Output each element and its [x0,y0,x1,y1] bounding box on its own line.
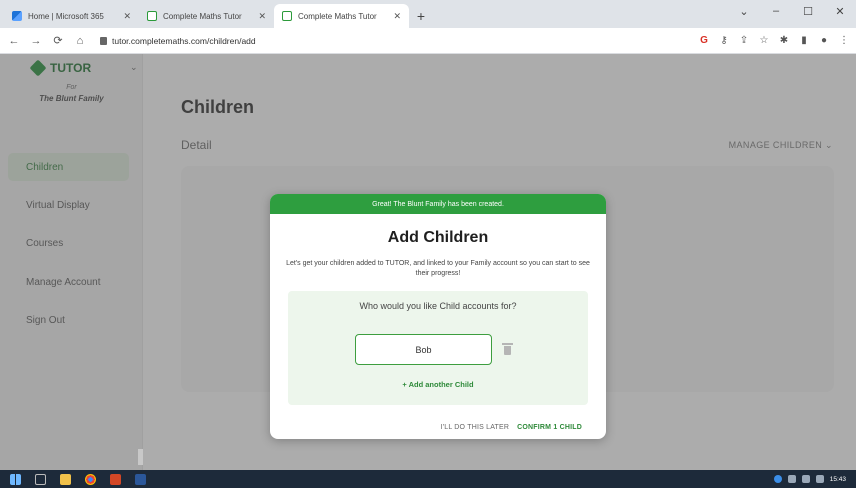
do-this-later-button[interactable]: I'LL DO THIS LATER [441,424,510,431]
back-icon[interactable]: ← [6,33,22,49]
minimize-icon[interactable]: – [760,0,792,22]
maximize-icon[interactable]: ☐ [792,0,824,22]
add-children-modal: Great! The Blunt Family has been created… [270,194,606,439]
volume-icon[interactable] [801,475,810,483]
tab-title: Complete Maths Tutor [298,11,377,21]
windows-taskbar: 15:43 [0,470,856,488]
forward-icon[interactable]: → [28,33,44,49]
system-clock[interactable]: 15:43 [830,476,846,483]
modal-actions: I'LL DO THIS LATER CONFIRM 1 CHILD [441,424,582,431]
url-field[interactable]: tutor.completemaths.com/children/add [94,32,564,50]
clock-time: 15:43 [829,475,846,483]
key-icon[interactable]: ⚷ [718,35,730,46]
profile-icon[interactable]: ● [818,35,830,46]
sidebar-scrollbar[interactable] [138,449,143,465]
complete-maths-icon [282,11,292,21]
browser-tab-microsoft-365[interactable]: Home | Microsoft 365 ✕ [4,4,139,28]
sidepanel-icon[interactable]: ▮ [798,35,810,46]
close-tab-icon[interactable]: ✕ [393,11,401,22]
close-tab-icon[interactable]: ✕ [123,11,131,22]
confirm-child-button[interactable]: CONFIRM 1 CHILD [517,424,582,431]
network-icon[interactable] [787,475,796,483]
child-accounts-panel: Who would you like Child accounts for? +… [288,291,588,405]
close-window-icon[interactable]: ✕ [824,0,856,22]
task-view-icon[interactable] [35,473,46,485]
url-text: tutor.completemaths.com/children/add [112,35,256,46]
address-bar: ← → ⟳ ⌂ tutor.completemaths.com/children… [0,28,856,54]
windows-start-icon[interactable] [10,473,21,485]
success-banner: Great! The Blunt Family has been created… [270,194,606,214]
google-icon[interactable]: G [698,35,710,46]
extensions-icon[interactable]: ✱ [778,35,790,46]
page: TUTOR ⌄ For The Blunt Family Children Vi… [0,54,856,470]
microsoft-365-icon [12,11,22,21]
lock-icon [100,36,107,45]
window-controls: ⌄ – ☐ ✕ [728,0,856,22]
menu-icon[interactable]: ⋮ [838,35,850,46]
browser-tab-bar: Home | Microsoft 365 ✕ Complete Maths Tu… [0,0,856,28]
modal-title: Add Children [387,229,489,246]
add-another-child-link[interactable]: + Add another Child [288,380,588,389]
home-icon[interactable]: ⌂ [72,33,88,49]
browser-extensions: G ⚷ ⇪ ☆ ✱ ▮ ● ⋮ [698,35,850,46]
new-tab-button[interactable]: + [409,4,433,28]
child-accounts-question: Who would you like Child accounts for? [359,301,517,311]
complete-maths-icon [147,11,157,21]
chevron-down-icon[interactable]: ⌄ [728,0,760,22]
tab-title: Complete Maths Tutor [163,11,242,21]
trash-icon[interactable] [502,343,513,355]
weather-icon[interactable] [773,475,782,483]
chrome-icon[interactable] [85,473,96,485]
star-icon[interactable]: ☆ [758,35,770,46]
reload-icon[interactable]: ⟳ [50,33,66,49]
close-tab-icon[interactable]: ✕ [258,11,266,22]
word-icon[interactable] [135,473,146,485]
browser-tab-complete-maths-active[interactable]: Complete Maths Tutor ✕ [274,4,409,28]
file-explorer-icon[interactable] [60,473,71,485]
browser-tab-complete-maths[interactable]: Complete Maths Tutor ✕ [139,4,274,28]
battery-icon[interactable] [815,475,824,483]
tab-title: Home | Microsoft 365 [28,11,104,21]
child-name-input[interactable] [355,334,492,365]
share-icon[interactable]: ⇪ [738,35,750,46]
modal-description: Let's get your children added to TUTOR, … [286,260,590,277]
powerpoint-icon[interactable] [110,473,121,485]
